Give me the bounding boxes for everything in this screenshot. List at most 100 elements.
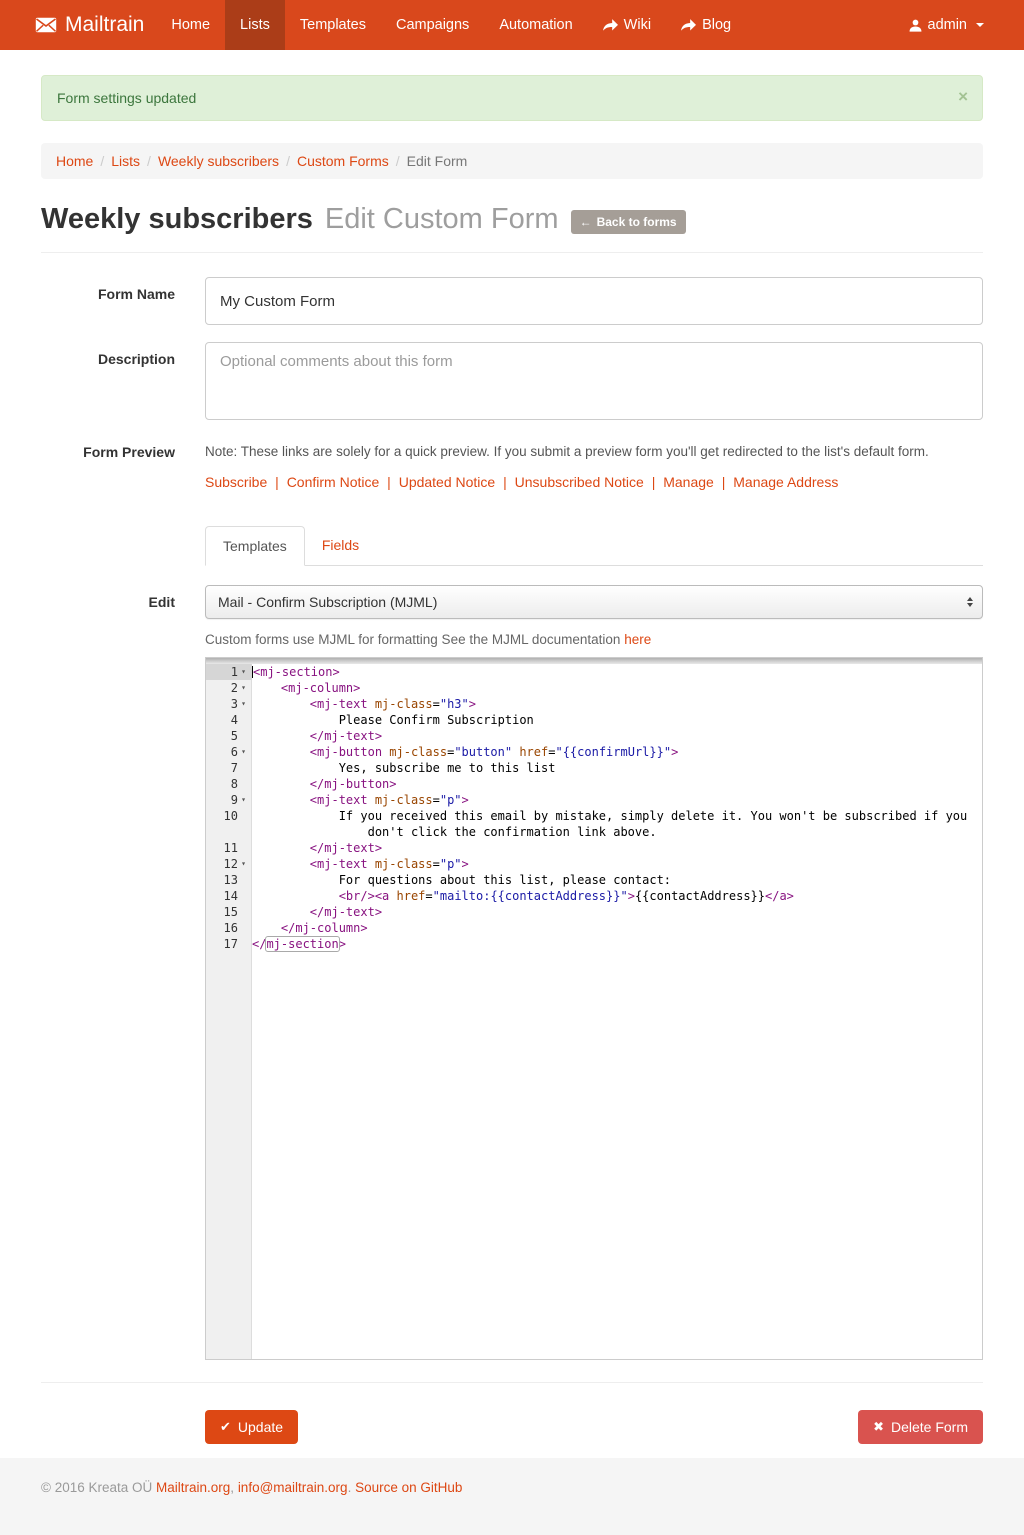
- preview-link-confirm-notice[interactable]: Confirm Notice: [287, 474, 380, 490]
- code-token: [252, 841, 310, 855]
- breadcrumb-link-home[interactable]: Home: [56, 153, 93, 169]
- user-menu[interactable]: admin: [894, 0, 1000, 50]
- nav-item-lists[interactable]: Lists: [225, 0, 285, 50]
- edit-row: Edit Mail - Confirm Subscription (MJML): [41, 585, 983, 619]
- code-line: 8 </mj-button>: [206, 776, 982, 792]
- footer-link-mailtrain-org[interactable]: Mailtrain.org: [156, 1480, 230, 1495]
- nav-item-label: Automation: [499, 17, 572, 33]
- nav-item-home[interactable]: Home: [156, 0, 225, 50]
- breadcrumb-link-weekly-subscribers[interactable]: Weekly subscribers: [158, 153, 279, 169]
- code-line: 7 Yes, subscribe me to this list: [206, 760, 982, 776]
- line-number: 1▾: [206, 664, 252, 680]
- brand-name: Mailtrain: [65, 13, 144, 37]
- nav-item-label: Blog: [702, 17, 731, 33]
- divider: [41, 1382, 983, 1383]
- footer-link-source-on-github[interactable]: Source on GitHub: [355, 1480, 462, 1495]
- code-token: </mj-text>: [310, 729, 382, 743]
- breadcrumb-link-lists[interactable]: Lists: [111, 153, 140, 169]
- footer-text: © 2016 Kreata OÜ Mailtrain.org, info@mai…: [41, 1480, 983, 1495]
- code-line-content[interactable]: Please Confirm Subscription: [252, 712, 982, 728]
- preview-links: Subscribe | Confirm Notice | Updated Not…: [205, 474, 983, 490]
- code-line-content[interactable]: </mj-text>: [252, 840, 982, 856]
- line-number-value: 2: [231, 680, 238, 696]
- fold-arrow-icon[interactable]: ▾: [238, 744, 249, 760]
- form-name-label: Form Name: [41, 277, 175, 325]
- code-line-content[interactable]: <mj-text mj-class="h3">: [252, 696, 982, 712]
- code-line: 6▾ <mj-button mj-class="button" href="{{…: [206, 744, 982, 760]
- code-line-content[interactable]: For questions about this list, please co…: [252, 872, 982, 888]
- code-token: "p": [440, 857, 462, 871]
- preview-link-manage[interactable]: Manage: [663, 474, 714, 490]
- nav-item-label: Templates: [300, 17, 366, 33]
- line-number: 7: [206, 760, 252, 776]
- line-number-value: 13: [224, 872, 238, 888]
- delete-form-button[interactable]: ✖ Delete Form: [858, 1410, 983, 1444]
- nav-item-templates[interactable]: Templates: [285, 0, 381, 50]
- action-buttons: ✔ Update ✖ Delete Form: [205, 1410, 983, 1444]
- tab-templates[interactable]: Templates: [205, 526, 305, 566]
- code-line: 1▾<mj-section>: [206, 664, 982, 680]
- code-token: mj-class: [368, 793, 433, 807]
- nav-item-campaigns[interactable]: Campaigns: [381, 0, 484, 50]
- nav-item-automation[interactable]: Automation: [484, 0, 587, 50]
- code-editor[interactable]: 1▾<mj-section>2▾ <mj-column>3▾ <mj-text …: [205, 657, 983, 1360]
- code-line-content[interactable]: <mj-section>: [252, 664, 982, 680]
- description-textarea[interactable]: [205, 342, 983, 420]
- template-select-value: Mail - Confirm Subscription (MJML): [218, 594, 437, 610]
- code-token: mj-class: [382, 745, 447, 759]
- code-line: 11 </mj-text>: [206, 840, 982, 856]
- code-token: <mj-text: [310, 793, 368, 807]
- close-icon[interactable]: ×: [958, 87, 968, 107]
- tab-fields[interactable]: Fields: [305, 526, 376, 566]
- fold-arrow-icon[interactable]: ▾: [238, 856, 249, 872]
- preview-link-updated-notice[interactable]: Updated Notice: [399, 474, 496, 490]
- breadcrumb-active: Edit Form: [407, 153, 468, 169]
- code-line: 10 If you received this email by mistake…: [206, 808, 982, 840]
- code-line-content[interactable]: <mj-button mj-class="button" href="{{con…: [252, 744, 982, 760]
- code-line-content[interactable]: </mj-text>: [252, 904, 982, 920]
- back-arrow-icon: ←: [580, 215, 592, 229]
- preview-link-unsubscribed-notice[interactable]: Unsubscribed Notice: [515, 474, 644, 490]
- fold-arrow-icon[interactable]: ▾: [238, 680, 249, 696]
- mjml-help-text: Custom forms use MJML for formatting See…: [205, 632, 983, 647]
- back-label: Back to forms: [597, 215, 677, 229]
- mjml-doc-link[interactable]: here: [624, 632, 651, 647]
- preview-link-subscribe[interactable]: Subscribe: [205, 474, 267, 490]
- fold-arrow-icon[interactable]: ▾: [238, 664, 249, 680]
- code-line-content[interactable]: </mj-button>: [252, 776, 982, 792]
- success-alert: Form settings updated ×: [41, 75, 983, 121]
- code-line-content[interactable]: If you received this email by mistake, s…: [252, 808, 982, 840]
- code-line-content[interactable]: <mj-text mj-class="p">: [252, 792, 982, 808]
- code-line-content[interactable]: </mj-column>: [252, 920, 982, 936]
- code-line-content[interactable]: </mj-section>: [252, 936, 982, 952]
- nav-item-wiki[interactable]: Wiki: [588, 0, 666, 50]
- form-name-row: Form Name: [41, 277, 983, 325]
- preview-link-manage-address[interactable]: Manage Address: [733, 474, 838, 490]
- back-to-forms-button[interactable]: ← Back to forms: [571, 210, 686, 234]
- form-name-input[interactable]: [205, 277, 983, 325]
- code-line-content[interactable]: <br/><a href="mailto:{{contactAddress}}"…: [252, 888, 982, 904]
- code-token: </a>: [765, 889, 794, 903]
- code-token: <mj-section>: [253, 665, 340, 679]
- brand-logo[interactable]: Mailtrain: [0, 0, 156, 50]
- line-number: 11: [206, 840, 252, 856]
- code-token: [252, 777, 310, 791]
- footer-plain-text: © 2016 Kreata OÜ: [41, 1480, 156, 1495]
- fold-arrow-icon[interactable]: ▾: [238, 696, 249, 712]
- code-token: mj-class: [368, 697, 433, 711]
- code-token: </mj-column>: [281, 921, 368, 935]
- fold-arrow-icon[interactable]: ▾: [238, 792, 249, 808]
- footer-plain-text: .: [348, 1480, 356, 1495]
- update-button[interactable]: ✔ Update: [205, 1410, 298, 1444]
- code-line-content[interactable]: </mj-text>: [252, 728, 982, 744]
- nav-item-blog[interactable]: Blog: [666, 0, 746, 50]
- page-title: Weekly subscribers: [41, 203, 313, 236]
- code-line-content[interactable]: Yes, subscribe me to this list: [252, 760, 982, 776]
- breadcrumb-link-custom-forms[interactable]: Custom Forms: [297, 153, 389, 169]
- code-line-content[interactable]: <mj-text mj-class="p">: [252, 856, 982, 872]
- code-token: =: [433, 697, 440, 711]
- code-line-content[interactable]: <mj-column>: [252, 680, 982, 696]
- footer-link-info-mailtrain-org[interactable]: info@mailtrain.org: [238, 1480, 348, 1495]
- line-number-value: 11: [224, 840, 238, 856]
- template-select[interactable]: Mail - Confirm Subscription (MJML): [205, 585, 983, 619]
